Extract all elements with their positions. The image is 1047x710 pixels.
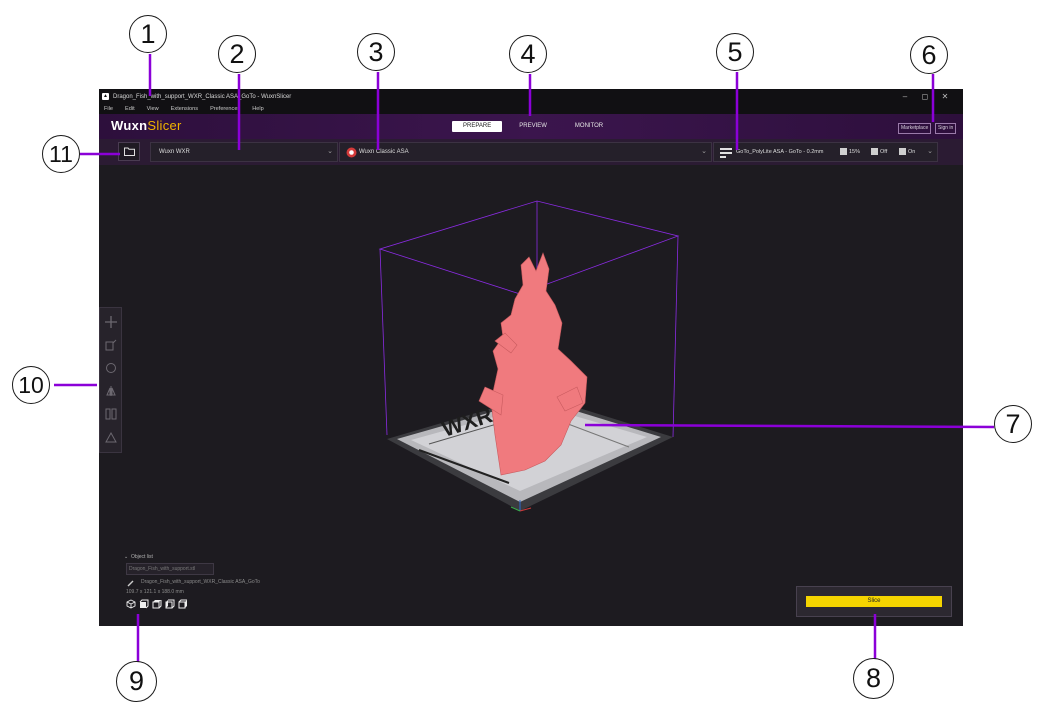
callout-3: 3 — [357, 33, 395, 71]
callout-2: 2 — [218, 35, 256, 73]
callout-4: 4 — [509, 35, 547, 73]
callout-6: 6 — [910, 36, 948, 74]
callout-10: 10 — [12, 366, 50, 404]
callout-leader-lines — [54, 54, 995, 662]
callout-9: 9 — [116, 661, 157, 702]
callout-11: 11 — [42, 135, 80, 173]
callout-1: 1 — [129, 15, 167, 53]
callout-5: 5 — [716, 33, 754, 71]
callout-8: 8 — [853, 658, 894, 699]
callout-7: 7 — [994, 405, 1032, 443]
